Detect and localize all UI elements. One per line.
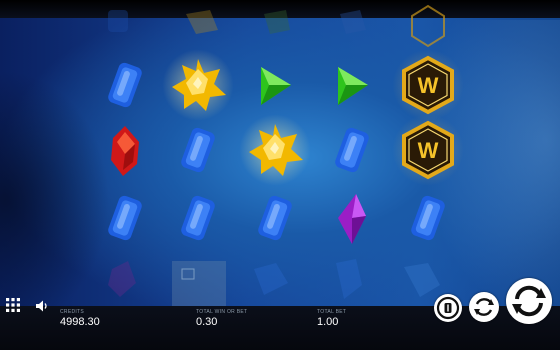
symbol-green-gem-r1-c4 — [322, 55, 382, 115]
symbol-blue-gem-r3-c3 — [245, 188, 305, 248]
autoplay-icon — [436, 296, 460, 320]
quick-spin-button[interactable] — [469, 292, 499, 322]
symbol-red-gem-r2-c1 — [95, 120, 155, 180]
spin-icon — [512, 285, 546, 317]
symbol-blue-gem-r2-c4 — [322, 120, 382, 180]
symbol-blue-gem-r3-c2 — [168, 188, 228, 248]
balance-label: CREDITS — [60, 309, 85, 315]
menu-grid-icon[interactable] — [4, 296, 22, 314]
svg-text:W: W — [418, 138, 439, 163]
balance-value: 4998.30 — [60, 316, 100, 328]
speaker-icon[interactable] — [34, 298, 50, 314]
spin-button[interactable] — [506, 278, 552, 324]
game-screen: W W CREDITS 4998.30 TOTAL WIN OR BET 0.3… — [0, 0, 560, 350]
autoplay-button[interactable] — [434, 294, 462, 322]
symbol-blue-gem-r3-c1 — [95, 188, 155, 248]
symbol-yellow-star-gem-r1-c2 — [162, 49, 234, 121]
quick-spin-icon — [474, 298, 494, 316]
bet-label: TOTAL WIN OR BET — [196, 309, 248, 315]
symbol-yellow-star-gem-r2-c3 — [239, 114, 311, 186]
bet-value: 0.30 — [196, 316, 218, 328]
symbol-blue-gem-r1-c1 — [95, 55, 155, 115]
symbol-purple-gem-r3-c4 — [322, 188, 382, 248]
symbol-blue-gem-r3-c5 — [398, 188, 458, 248]
total-bet-label: TOTAL BET — [317, 309, 347, 315]
symbol-wild-r2-c5: W — [392, 114, 464, 186]
svg-text:W: W — [418, 73, 439, 98]
symbol-blue-gem-r2-c2 — [168, 120, 228, 180]
symbol-wild-r1-c5: W — [392, 49, 464, 121]
symbol-green-gem-r1-c3 — [245, 55, 305, 115]
total-bet-value: 1.00 — [317, 316, 339, 328]
partial-symbol-row-top — [108, 4, 445, 48]
